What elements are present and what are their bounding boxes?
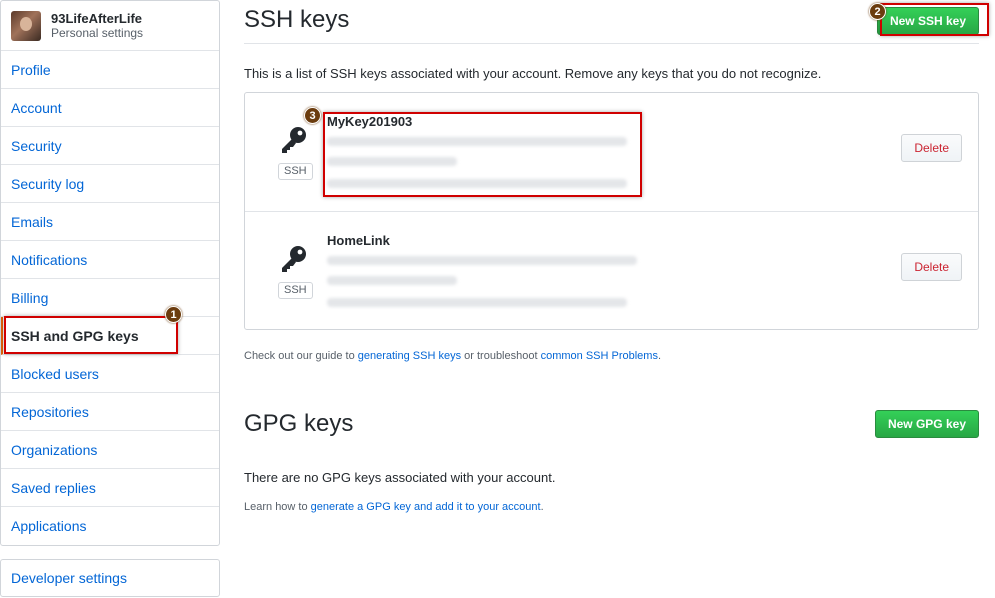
- sidebar-item-security-log[interactable]: Security log: [1, 165, 219, 203]
- new-gpg-key-button[interactable]: New GPG key: [874, 410, 979, 438]
- sidebar-item-billing[interactable]: Billing: [1, 279, 219, 317]
- help-suffix: .: [657, 350, 662, 362]
- key-icon: [282, 246, 306, 272]
- ssh-key-last-used: [327, 179, 627, 188]
- ssh-keys-list: SSH MyKey201903 Delete SSH HomeLink Dele…: [244, 92, 979, 330]
- sidebar-item-security[interactable]: Security: [1, 127, 219, 165]
- ssh-key-row: SSH MyKey201903 Delete: [245, 93, 978, 211]
- step-2-marker: 2: [869, 3, 886, 20]
- sidebar-item-emails[interactable]: Emails: [1, 203, 219, 241]
- sidebar-item-ssh-gpg-keys[interactable]: SSH and GPG keys: [1, 317, 219, 355]
- ssh-key-title: HomeLink: [327, 233, 390, 248]
- generate-gpg-key-link[interactable]: generate a GPG key and add it to your ac…: [311, 501, 541, 513]
- sidebar-item-developer-settings[interactable]: Developer settings: [1, 560, 219, 596]
- step-3-marker: 3: [304, 107, 321, 124]
- learn-suffix: .: [540, 501, 544, 513]
- ssh-help-text: Check out our guide to generating SSH ke…: [244, 350, 661, 362]
- ssh-keys-header: SSH keys New SSH key: [244, 0, 979, 44]
- ssh-key-last-used: [327, 298, 627, 307]
- sidebar-item-blocked-users[interactable]: Blocked users: [1, 355, 219, 393]
- ssh-key-added-date: [327, 276, 457, 285]
- ssh-badge: SSH: [278, 282, 313, 299]
- help-middle: or troubleshoot: [461, 350, 541, 362]
- main-content: SSH keys New SSH key This is a list of S…: [244, 0, 979, 513]
- ssh-intro-text: This is a list of SSH keys associated wi…: [244, 66, 822, 81]
- sidebar-item-saved-replies[interactable]: Saved replies: [1, 469, 219, 507]
- settings-sidebar: 93LifeAfterLife Personal settings Profil…: [0, 0, 220, 546]
- learn-prefix: Learn how to: [244, 501, 311, 513]
- help-prefix: Check out our guide to: [244, 350, 358, 362]
- delete-key-button[interactable]: Delete: [901, 134, 962, 162]
- ssh-key-fingerprint: [327, 256, 637, 265]
- developer-sidebar: Developer settings: [0, 559, 220, 597]
- ssh-key-row: SSH HomeLink Delete: [245, 211, 978, 329]
- avatar[interactable]: [11, 10, 41, 41]
- key-icon: [282, 127, 306, 153]
- personal-settings-label: Personal settings: [51, 25, 144, 40]
- sidebar-item-repositories[interactable]: Repositories: [1, 393, 219, 431]
- username[interactable]: 93LifeAfterLife: [51, 11, 143, 26]
- new-ssh-key-button[interactable]: New SSH key: [876, 7, 979, 35]
- gpg-learn-text: Learn how to generate a GPG key and add …: [244, 501, 544, 513]
- sidebar-item-organizations[interactable]: Organizations: [1, 431, 219, 469]
- ssh-key-title: MyKey201903: [327, 114, 413, 129]
- gpg-keys-title: GPG keys: [244, 410, 354, 437]
- sidebar-item-account[interactable]: Account: [1, 89, 219, 127]
- sidebar-item-applications[interactable]: Applications: [1, 507, 219, 545]
- ssh-keys-title: SSH keys: [244, 6, 350, 33]
- ssh-key-added-date: [327, 157, 457, 166]
- gpg-keys-header: GPG keys New GPG key: [244, 404, 979, 448]
- generating-ssh-keys-link[interactable]: generating SSH keys: [358, 350, 461, 362]
- delete-key-button[interactable]: Delete: [901, 253, 962, 281]
- sidebar-item-notifications[interactable]: Notifications: [1, 241, 219, 279]
- no-gpg-keys-text: There are no GPG keys associated with yo…: [244, 470, 556, 485]
- common-ssh-problems-link[interactable]: common SSH Problems: [541, 350, 658, 362]
- step-1-marker: 1: [165, 306, 182, 323]
- sidebar-user-header[interactable]: 93LifeAfterLife Personal settings: [1, 1, 219, 51]
- ssh-key-fingerprint: [327, 137, 627, 146]
- sidebar-item-profile[interactable]: Profile: [1, 51, 219, 89]
- ssh-badge: SSH: [278, 163, 313, 180]
